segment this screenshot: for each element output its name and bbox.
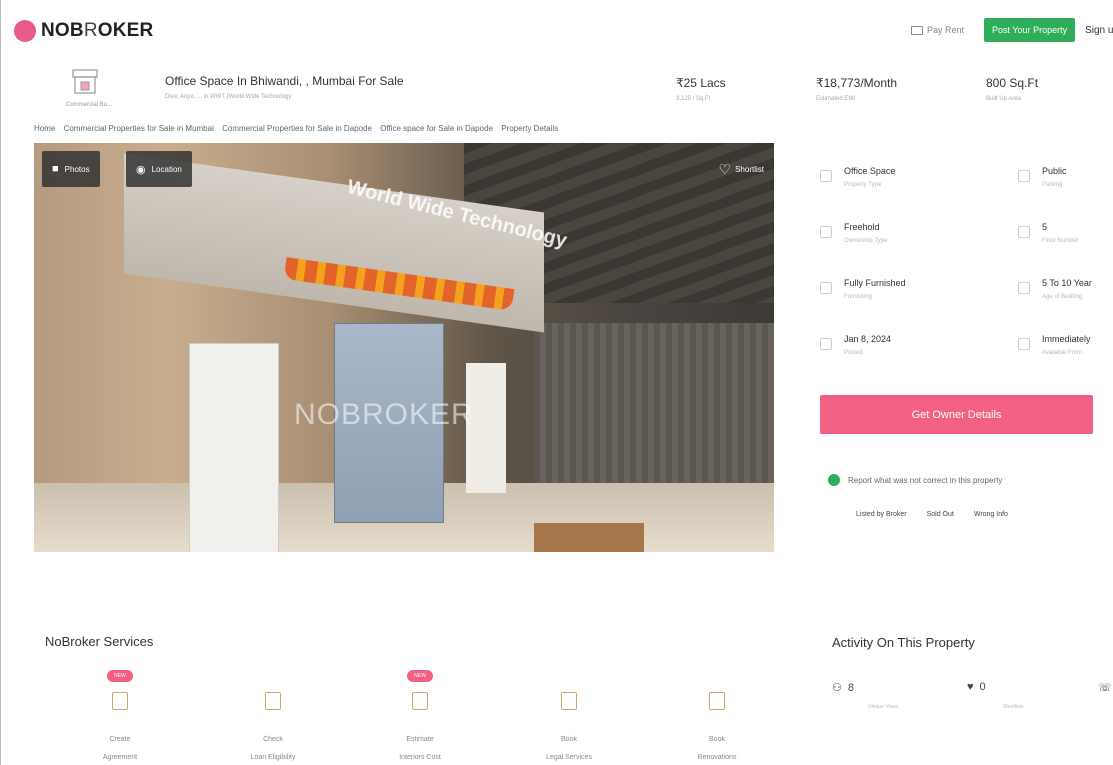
detail-item: Office Space Property Type (820, 160, 960, 200)
building-icon (820, 170, 832, 182)
alert-icon (828, 474, 840, 486)
price-per-sqft: 3,125 / Sq.Ft (676, 96, 711, 102)
users-icon: ⚇ (832, 682, 842, 694)
report-wrong-info[interactable]: Wrong Info (974, 511, 1008, 518)
report-listed-by-broker[interactable]: Listed by Broker (856, 511, 907, 518)
detail-item: Immediately Available From (1018, 328, 1113, 368)
breadcrumb-item[interactable]: Property Details (501, 124, 558, 133)
property-summary-row: Commercial Bu... Office Space In Bhiwand… (34, 64, 1113, 116)
property-title: Office Space In Bhiwandi, , Mumbai For S… (165, 74, 404, 88)
shortlists-label: Shortlists (1003, 704, 1024, 710)
post-property-button[interactable]: Post Your Property (984, 18, 1076, 42)
report-text: Report what was not correct in this prop… (848, 475, 1003, 485)
breadcrumb-item[interactable]: Office space for Sale in Dapode (380, 124, 493, 133)
photo-box (534, 523, 644, 552)
report-sold-out[interactable]: Sold Out (927, 511, 954, 518)
parking-icon (1018, 170, 1030, 182)
frame-border (0, 0, 1, 765)
agreement-icon (112, 692, 128, 710)
legal-icon (561, 692, 577, 710)
pay-rent-link[interactable]: Pay Rent (911, 25, 964, 35)
breadcrumb-item[interactable]: Commercial Properties for Sale in Dapode (222, 124, 372, 133)
property-details-grid: Office Space Property Type Public Parkin… (820, 160, 1113, 380)
unique-views-count: ⚇ 8 (832, 681, 854, 695)
nobroker-watermark: NOBROKER (294, 398, 474, 431)
renovation-icon (709, 692, 725, 710)
category-label: Commercial Bu... (65, 102, 112, 108)
pay-rent-label: Pay Rent (927, 25, 965, 35)
report-options: Listed by Broker Sold Out Wrong Info (856, 511, 1008, 518)
sign-up-link[interactable]: Sign up (1085, 25, 1113, 36)
new-badge: NEW (107, 670, 133, 682)
detail-item: Public Parking (1018, 160, 1113, 200)
emi-label[interactable]: Estimated EMI (816, 96, 855, 102)
area-label: Built Up Area (986, 96, 1022, 102)
photos-button[interactable]: ■ Photos (42, 151, 100, 187)
clock-icon (1018, 338, 1030, 350)
contacts-icon: ☏ (1098, 682, 1112, 694)
new-badge: NEW (407, 670, 433, 682)
calendar-icon (1018, 282, 1030, 294)
detail-item: 5 Floor Number (1018, 216, 1113, 256)
detail-item: 5 To 10 Year Age of Building (1018, 272, 1113, 312)
services-heading: NoBroker Services (45, 634, 154, 649)
location-label: Location (151, 164, 182, 174)
activity-heading: Activity On This Property (832, 635, 975, 650)
flag-icon (820, 338, 832, 350)
shortlists-count: ♥ 0 (967, 681, 986, 693)
nobroker-logo-icon[interactable] (14, 20, 36, 42)
property-address[interactable]: Dive, Anjur, ... in WWT (World Wide Tech… (165, 94, 291, 100)
photos-label: Photos (64, 164, 90, 174)
heart-icon: ♥ (967, 681, 974, 693)
detail-item: Freehold Ownership Type (820, 216, 960, 256)
breadcrumb: Home Commercial Properties for Sale in M… (34, 124, 564, 133)
floor-icon (1018, 226, 1030, 238)
unique-views-label: Unique Views (868, 704, 899, 710)
breadcrumb-item[interactable]: Commercial Properties for Sale in Mumbai (64, 124, 214, 133)
card-icon (911, 25, 923, 35)
top-navbar: NOBROKER Pay Rent Post Your Property Sig… (0, 0, 1113, 62)
get-owner-details-button[interactable]: Get Owner Details (820, 395, 1093, 434)
sofa-icon (820, 282, 832, 294)
compass-icon: ◉ (136, 163, 146, 176)
heart-icon: ♡ (718, 161, 732, 177)
emi-value: ₹18,773/Month (816, 76, 898, 90)
shortlist-label: Shortlist (735, 165, 764, 174)
key-icon (820, 226, 832, 238)
detail-item: Jan 8, 2024 Posted (820, 328, 960, 368)
camera-icon: ■ (52, 163, 59, 175)
price-value: ₹25 Lacs (676, 76, 726, 90)
location-button[interactable]: ◉ Location (126, 151, 192, 187)
photo-door (189, 343, 279, 552)
brand-logo-text[interactable]: NOBROKER (41, 20, 153, 42)
detail-item: Fully Furnished Furnishing (820, 272, 960, 312)
shop-icon (72, 69, 98, 94)
report-link[interactable]: Report what was not correct in this prop… (828, 474, 1002, 486)
shortlist-button[interactable]: ♡ Shortlist (719, 161, 764, 178)
top-actions: Pay Rent Post Your Property Sign up (911, 18, 1113, 42)
property-photo-gallery[interactable]: World Wide Technology NOBROKER ■ Photos … (34, 143, 774, 552)
interiors-icon (412, 692, 428, 710)
area-value: 800 Sq.Ft (986, 76, 1039, 90)
loan-icon (265, 692, 281, 710)
breadcrumb-item[interactable]: Home (34, 124, 55, 133)
